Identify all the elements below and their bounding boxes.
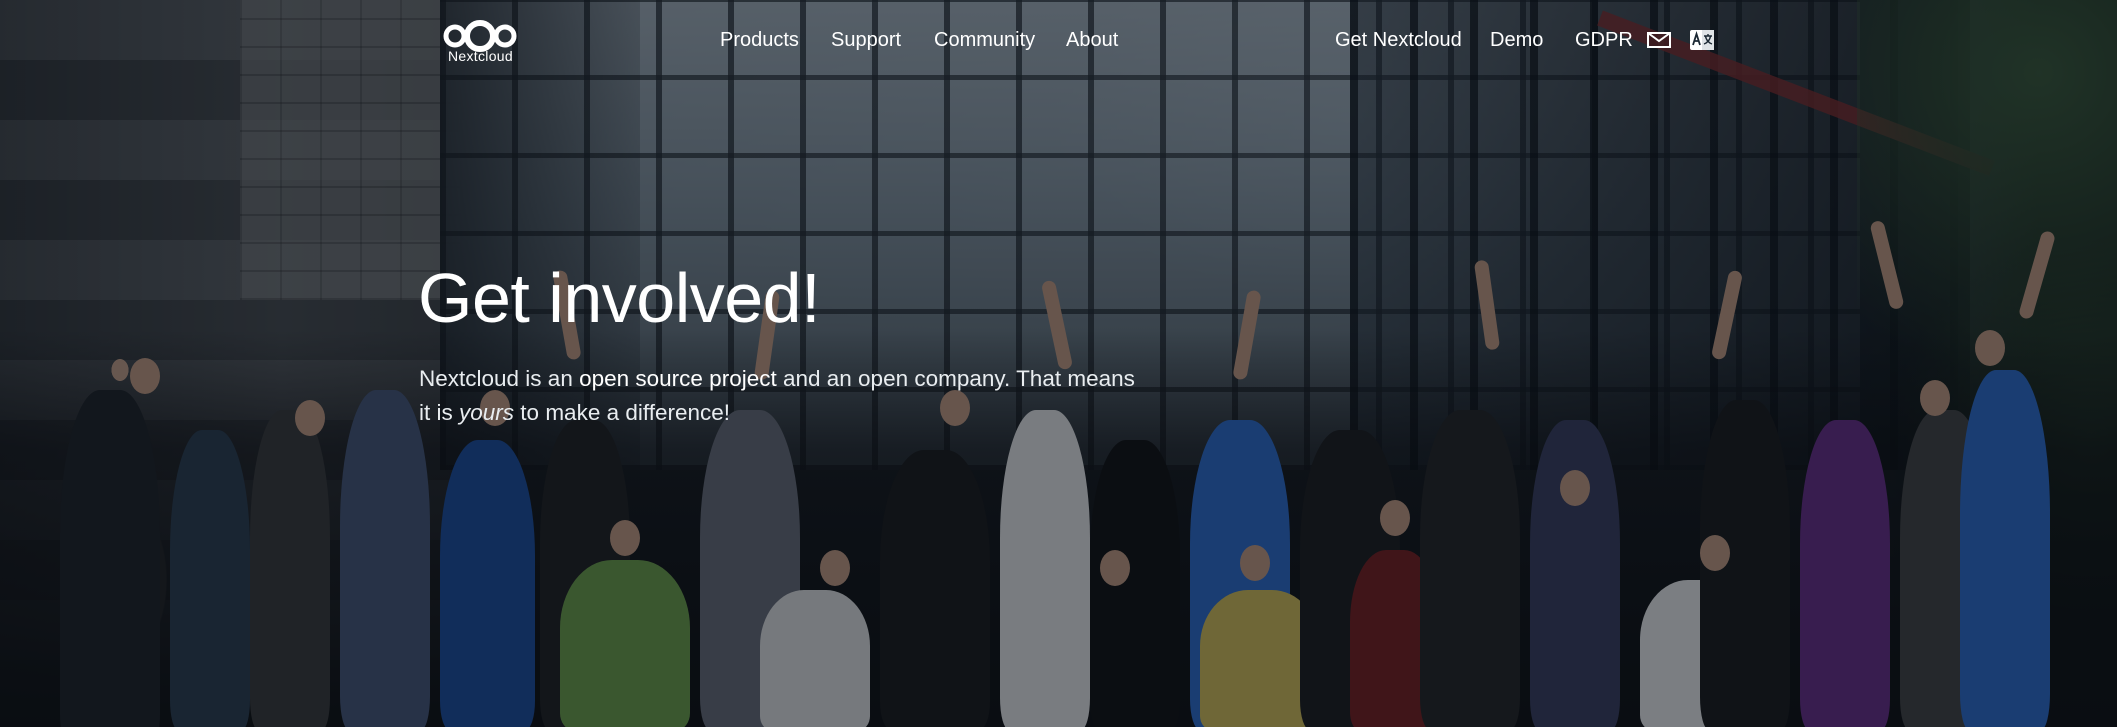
nav-support[interactable]: Support <box>831 29 901 52</box>
page-title: Get involved! <box>418 259 821 337</box>
translate-icon[interactable] <box>1690 30 1714 55</box>
lead-text: Nextcloud is an <box>419 366 580 391</box>
nav-products[interactable]: Products <box>720 29 799 52</box>
hero-lead: Nextcloud is an open source project and … <box>419 362 1139 430</box>
lead-emphasis: yours <box>459 400 515 425</box>
nav-community[interactable]: Community <box>934 29 1035 52</box>
nav-get-nextcloud[interactable]: Get Nextcloud <box>1335 29 1462 52</box>
open-source-project-link[interactable]: open source project <box>579 366 777 391</box>
top-nav: Nextcloud Products Support Community Abo… <box>0 0 2117 80</box>
hero-section: Nextcloud Products Support Community Abo… <box>0 0 2117 727</box>
nav-about[interactable]: About <box>1066 29 1118 52</box>
nav-demo[interactable]: Demo <box>1490 29 1543 52</box>
nav-gdpr[interactable]: GDPR <box>1575 29 1633 52</box>
lead-text: to make a difference! <box>514 400 731 425</box>
mail-icon[interactable] <box>1647 32 1671 53</box>
logo-wordmark: Nextcloud <box>448 48 513 64</box>
